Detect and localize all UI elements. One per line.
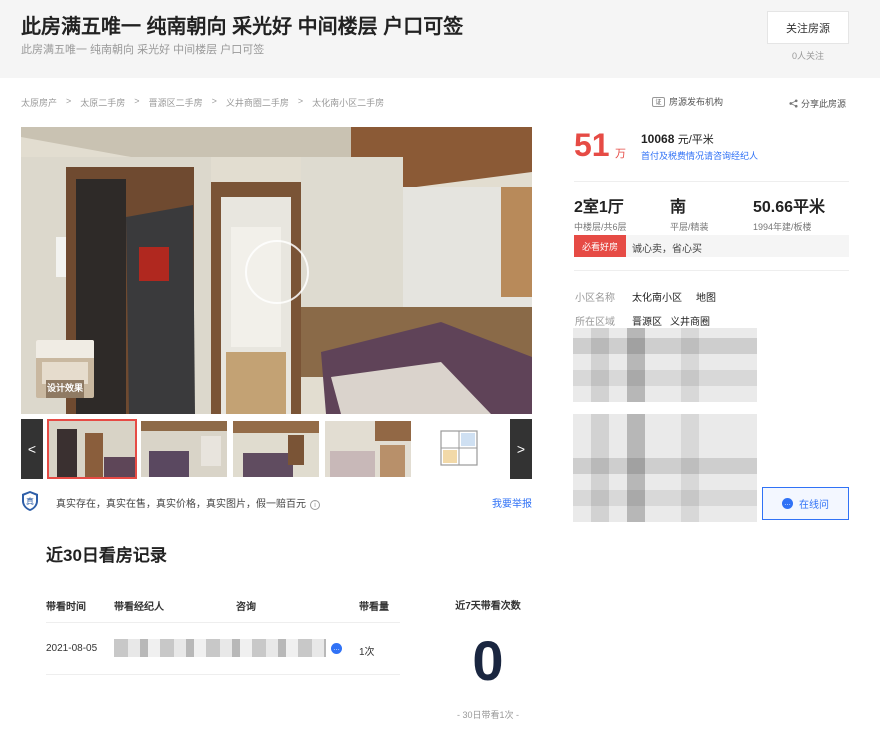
table-header: 带看时间 带看经纪人 咨询 带看量: [46, 590, 400, 623]
divider: [574, 181, 849, 182]
shield-text: 真: [26, 496, 34, 506]
vr-360-indicator[interactable]: [245, 240, 309, 304]
column-header: 咨询: [236, 602, 256, 613]
breadcrumb-link[interactable]: 太化南小区二手房: [312, 96, 384, 109]
must-see-banner: 必看好房 诚心卖，省心买: [574, 235, 849, 257]
map-link[interactable]: 地图: [696, 289, 716, 304]
agency-label: 房源发布机构: [669, 97, 724, 107]
blurred-agent-info: [114, 639, 326, 657]
blurred-info-block: [573, 328, 757, 402]
unit-price-value: 10068: [641, 132, 675, 146]
spec-layout: 2室1厅 中楼层/共6层: [574, 193, 627, 233]
breadcrumb-link[interactable]: 太原二手房: [80, 96, 125, 109]
spec-area: 50.66平米 1994年建/板楼: [753, 193, 825, 233]
chat-icon: …: [782, 498, 793, 509]
divider: [574, 270, 849, 271]
column-header: 带看经纪人: [114, 602, 164, 613]
page-subtitle: 此房满五唯一 纯南朝向 采光好 中间楼层 户口可签: [21, 44, 265, 56]
area-label: 所在区域: [575, 317, 615, 328]
viewing-date: 2021-08-05: [46, 643, 98, 654]
thumbnail-strip: < >: [21, 419, 532, 479]
design-effect-label: 设计效果: [46, 383, 83, 393]
page-header: 此房满五唯一 纯南朝向 采光好 中间楼层 户口可签 此房满五唯一 纯南朝向 采光…: [0, 0, 880, 78]
spec-sub: 平层/精装: [670, 222, 709, 232]
community-label: 小区名称: [575, 293, 615, 304]
total-price: 51: [574, 127, 610, 163]
table-row: 2021-08-05 … 1次: [46, 623, 400, 675]
breadcrumb-link[interactable]: 义井商圈二手房: [226, 96, 289, 109]
next-photo-button[interactable]: >: [510, 419, 532, 479]
viewing-count: 1次: [359, 647, 375, 658]
zone-link[interactable]: 义井商圈: [670, 313, 710, 328]
column-header: 带看时间: [46, 602, 86, 613]
spec-sub: 中楼层/共6层: [574, 222, 627, 232]
online-chat-button[interactable]: … 在线问: [762, 487, 849, 520]
authenticity-guarantee: 真 真实存在，真实在售，真实价格，真实图片，假一赔百元 i 我要举报: [21, 490, 532, 512]
online-chat-label: 在线问: [799, 500, 829, 511]
breadcrumb-separator: >: [66, 96, 72, 106]
must-see-badge: 必看好房: [574, 235, 626, 257]
unit-price: 10068 元/平米: [641, 131, 714, 147]
design-effect-thumbnail[interactable]: 设计效果: [36, 340, 94, 398]
guarantee-text-wrap: 真实存在，真实在售，真实价格，真实图片，假一赔百元 i: [56, 495, 320, 510]
unit-price-unit: 元/平米: [677, 134, 714, 146]
floorplan-thumbnail[interactable]: [417, 421, 503, 477]
shield-icon: 真: [22, 491, 38, 511]
share-icon: [789, 99, 798, 108]
must-see-text: 诚心卖，省心买: [632, 244, 702, 255]
follow-count: 0人关注: [791, 51, 824, 61]
breadcrumb: 太原房产 > 太原二手房 > 晋源区二手房 > 义井商圈二手房 > 太化南小区二…: [21, 96, 384, 109]
week-viewings-title: 近7天带看次数: [455, 601, 521, 612]
agency-link[interactable]: 证 房源发布机构: [652, 95, 723, 108]
follow-listing-button[interactable]: 关注房源: [767, 11, 849, 44]
spec-sub: 1994年建/板楼: [753, 222, 812, 232]
chat-icon[interactable]: …: [331, 643, 342, 654]
community-name[interactable]: 太化南小区: [632, 289, 682, 304]
photo-thumbnail[interactable]: [141, 421, 227, 477]
report-link[interactable]: 我要举报: [492, 495, 532, 510]
viewing-records-title: 近30日看房记录: [46, 546, 167, 565]
breadcrumb-link[interactable]: 晋源区二手房: [149, 96, 203, 109]
total-price-unit: 万: [615, 148, 626, 160]
guarantee-text: 真实存在，真实在售，真实价格，真实图片，假一赔百元: [56, 499, 306, 510]
column-header: 带看量: [359, 602, 389, 613]
viewing-records-table: 带看时间 带看经纪人 咨询 带看量 2021-08-05 … 1次: [46, 590, 400, 675]
photo-thumbnail[interactable]: [47, 419, 137, 479]
info-icon[interactable]: i: [310, 500, 320, 510]
breadcrumb-separator: >: [297, 96, 304, 106]
spec-main: 南: [670, 199, 687, 216]
photo-thumbnail[interactable]: [325, 421, 411, 477]
breadcrumb-separator: >: [134, 96, 140, 106]
share-label: 分享此房源: [801, 99, 847, 109]
photo-thumbnail[interactable]: [233, 421, 319, 477]
breadcrumb-link[interactable]: 太原房产: [21, 96, 57, 109]
share-button[interactable]: 分享此房源: [789, 97, 846, 110]
spec-main: 2室1厅: [574, 199, 624, 216]
month-viewings-note: - 30日带看1次 -: [456, 710, 519, 720]
page-title: 此房满五唯一 纯南朝向 采光好 中间楼层 户口可签: [21, 16, 464, 38]
prev-photo-button[interactable]: <: [21, 419, 43, 479]
breadcrumb-separator: >: [211, 96, 217, 106]
license-icon: 证: [652, 96, 665, 107]
spec-orientation: 南 平层/精装: [670, 193, 709, 233]
tax-info-link[interactable]: 首付及税费情况请咨询经纪人: [641, 149, 758, 162]
blurred-agent-card: [573, 414, 757, 522]
spec-main: 50.66平米: [753, 199, 826, 216]
main-vr-photo[interactable]: [21, 127, 532, 414]
district-link[interactable]: 晋源区: [632, 313, 662, 328]
week-viewings-count: 0: [472, 629, 504, 692]
